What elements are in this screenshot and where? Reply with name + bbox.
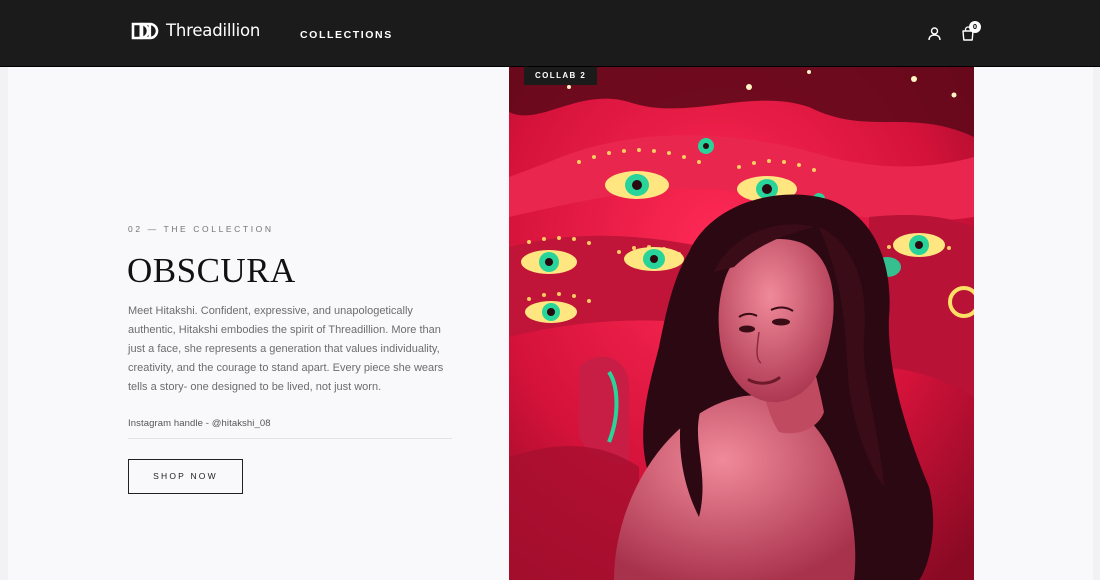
divider	[128, 438, 452, 439]
brand-logo[interactable]: Threadillion	[130, 19, 260, 43]
collection-title: OBSCURA	[127, 251, 296, 290]
collection-description: Meet Hitakshi. Confident, expressive, an…	[128, 305, 444, 393]
shop-now-button[interactable]: SHOP NOW	[128, 459, 243, 494]
site-header: Threadillion COLLECTIONS 0	[0, 0, 1100, 67]
cart-button[interactable]: 0	[959, 20, 985, 44]
cart-count-badge: 0	[969, 21, 981, 33]
instagram-handle: Instagram handle - @hitakshi_08	[128, 418, 271, 429]
logo-mark-icon	[131, 22, 159, 40]
user-icon[interactable]	[927, 26, 942, 41]
nav-collections-link[interactable]: COLLECTIONS	[300, 28, 393, 42]
brand-name: Threadillion	[166, 21, 261, 40]
collab-badge: COLLAB 2	[524, 67, 598, 85]
collection-photo	[509, 67, 974, 580]
collection-eyebrow: 02 — THE COLLECTION	[128, 224, 274, 234]
